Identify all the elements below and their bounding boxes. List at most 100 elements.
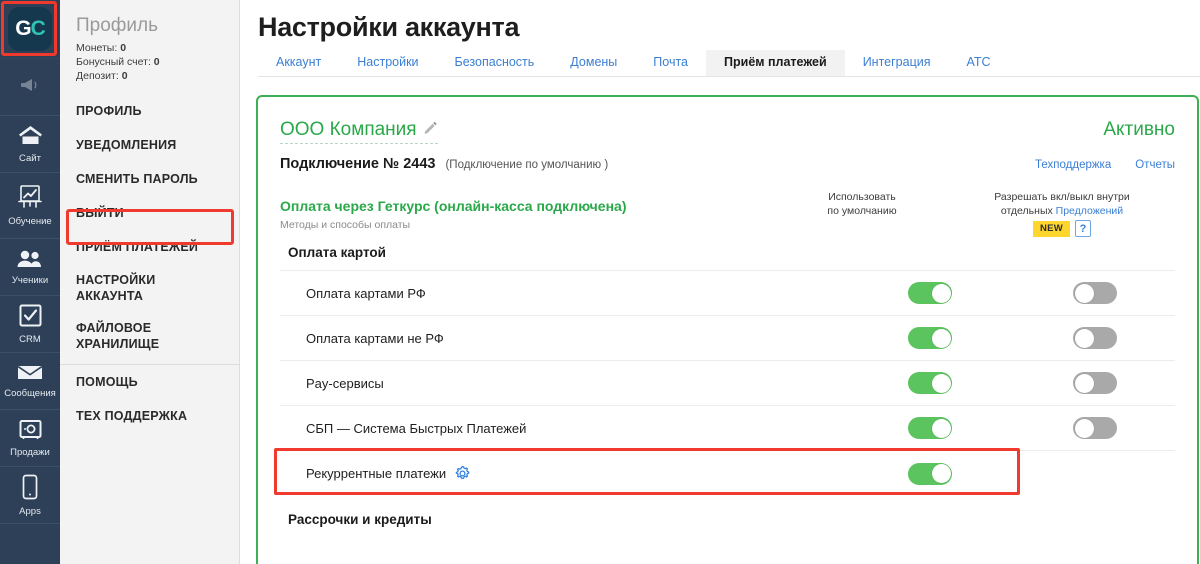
sidebar-item-payments[interactable]: ПРИЁМ ПЛАТЕЖЕЙ [60, 230, 239, 264]
tab-payments[interactable]: Приём платежей [706, 50, 845, 76]
rail-spacer [0, 523, 60, 564]
group-label-installments: Рассрочки и кредиты [288, 512, 432, 527]
megaphone-icon [20, 78, 40, 97]
row-allow-toggle-cell [1015, 372, 1175, 394]
profile-stat-coins: Монеты: 0 [60, 41, 239, 55]
profile-sidebar: Профиль Монеты: 0 Бонусный счет: 0 Депоз… [60, 0, 240, 564]
sidebar-item-profile[interactable]: ПРОФИЛЬ [60, 94, 239, 128]
toggle-default-cards-non-rf[interactable] [908, 327, 952, 349]
column-header-allow: Разрешать вкл/выкл внутри отдельных Пред… [947, 190, 1177, 237]
rail-item-crm[interactable]: CRM [0, 295, 60, 352]
toggle-default-pay-services[interactable] [908, 372, 952, 394]
payment-method-rows: Оплата картами РФ Оплата картами не РФ P… [274, 270, 1175, 496]
rail-label: Сообщения [4, 388, 56, 399]
tab-integration[interactable]: Интеграция [845, 50, 949, 76]
toggle-knob [931, 328, 951, 348]
company-name[interactable]: ООО Компания [280, 119, 438, 144]
new-badge: NEW [1032, 220, 1071, 237]
sidebar-item-support[interactable]: ТЕХ ПОДДЕРЖКА [60, 399, 239, 433]
rail-label: Сайт [19, 153, 41, 164]
row-allow-toggle-cell [1015, 417, 1175, 439]
profile-stat-bonus-label: Бонусный счет: [76, 56, 151, 68]
app-root: GC Сайт Обучение Ученики CRM Сообщения П… [0, 0, 1200, 564]
row-label: Оплата картами не РФ [306, 330, 444, 346]
toggle-default-sbp[interactable] [908, 417, 952, 439]
logo-letter-g: G [15, 17, 31, 40]
profile-stat-coins-value: 0 [120, 42, 127, 54]
tab-security[interactable]: Безопасность [437, 50, 553, 76]
row-label: СБП — Система Быстрых Платежей [306, 420, 527, 436]
table-row: СБП — Система Быстрых Платежей [280, 406, 1175, 451]
support-link[interactable]: Техподдержка [1035, 159, 1111, 171]
tab-mail[interactable]: Почта [635, 50, 706, 76]
row-label: Pay-сервисы [306, 375, 384, 391]
sidebar-item-notifications[interactable]: УВЕДОМЛЕНИЯ [60, 128, 239, 162]
chart-easel-icon [17, 184, 43, 215]
toggle-allow-cards-rf[interactable] [1073, 282, 1117, 304]
row-label-text: Рекуррентные платежи [306, 466, 447, 481]
page-title: Настройки аккаунта [258, 12, 520, 42]
row-allow-toggle-cell [1015, 282, 1175, 304]
gear-icon[interactable] [454, 465, 471, 482]
tab-account[interactable]: Аккаунт [258, 50, 339, 76]
reports-link[interactable]: Отчеты [1135, 159, 1175, 171]
column-headers: Использовать по умолчанию Разрешать вкл/… [777, 190, 1197, 237]
toggle-allow-cards-non-rf[interactable] [1073, 327, 1117, 349]
pencil-icon[interactable] [423, 119, 438, 141]
profile-stat-deposit-value: 0 [121, 70, 128, 82]
tab-settings[interactable]: Настройки [339, 50, 436, 76]
table-row: Оплата картами РФ [280, 271, 1175, 316]
rail-item-sales[interactable]: Продажи [0, 409, 60, 466]
rail-item-apps[interactable]: Apps [0, 466, 60, 523]
rail-item-training[interactable]: Обучение [0, 172, 60, 238]
toggle-knob [1074, 283, 1094, 303]
card-header-links: Техподдержка Отчеты [1035, 159, 1175, 171]
phone-icon [22, 474, 38, 505]
profile-stat-deposit-label: Депозит: [76, 70, 119, 82]
rail-item-messages[interactable]: Сообщения [0, 352, 60, 409]
row-default-toggle-cell [845, 462, 1015, 485]
toggle-default-cards-rf[interactable] [908, 282, 952, 304]
offers-link[interactable]: Предложений [1056, 205, 1123, 217]
column-header-default: Использовать по умолчанию [777, 190, 947, 237]
rail-label: Ученики [11, 274, 49, 286]
toggle-allow-pay-services[interactable] [1073, 372, 1117, 394]
tab-domains[interactable]: Домены [552, 50, 635, 76]
sidebar-title: Профиль [76, 15, 159, 36]
rail-item-students[interactable]: Ученики [0, 238, 60, 295]
toggle-knob [931, 418, 951, 438]
row-default-toggle-cell [845, 327, 1015, 349]
toggle-knob [931, 464, 951, 483]
rail-item-site[interactable]: Сайт [0, 115, 60, 172]
connection-title: Подключение № 2443 [280, 156, 436, 172]
sidebar-item-logout[interactable]: ВЫЙТИ [60, 196, 239, 230]
envelope-icon [16, 363, 44, 387]
column-header-default-line1: Использовать [828, 191, 896, 203]
rail-label: Обучение [8, 216, 52, 227]
sidebar-item-file-storage[interactable]: ФАЙЛОВОЕ ХРАНИЛИЩЕ [60, 312, 239, 360]
row-label: Рекуррентные платежи [306, 465, 845, 482]
checkbox-icon [18, 303, 43, 333]
table-row: Оплата картами не РФ [280, 316, 1175, 361]
toggle-allow-sbp[interactable] [1073, 417, 1117, 439]
icon-rail: GC Сайт Обучение Ученики CRM Сообщения П… [0, 0, 60, 564]
sidebar-item-help[interactable]: ПОМОЩЬ [60, 365, 239, 399]
sidebar-item-account-settings[interactable]: НАСТРОЙКИ АККАУНТА [60, 264, 239, 312]
toggle-knob [1074, 328, 1094, 348]
rail-item-announcements[interactable] [0, 58, 60, 115]
toggle-knob [1074, 373, 1094, 393]
column-header-allow-prefix: отдельных [1000, 205, 1056, 217]
profile-stat-coins-label: Монеты: [76, 42, 118, 54]
profile-stat-deposit: Депозит: 0 [60, 69, 239, 83]
logo-cell[interactable]: GC [0, 0, 60, 58]
toggle-default-recurrent[interactable] [908, 462, 952, 485]
tab-pbx[interactable]: АТС [949, 50, 1009, 76]
logo-letter-c: C [30, 17, 46, 40]
home-icon [17, 124, 44, 152]
column-header-default-line2: по умолчанию [827, 205, 897, 217]
company-name-label: ООО Компания [280, 119, 417, 140]
sidebar-item-change-password[interactable]: СМЕНИТЬ ПАРОЛЬ [60, 162, 239, 196]
toggle-knob [931, 373, 951, 393]
help-icon[interactable]: ? [1075, 220, 1092, 237]
main-content: Настройки аккаунта Аккаунт Настройки Без… [240, 0, 1200, 564]
